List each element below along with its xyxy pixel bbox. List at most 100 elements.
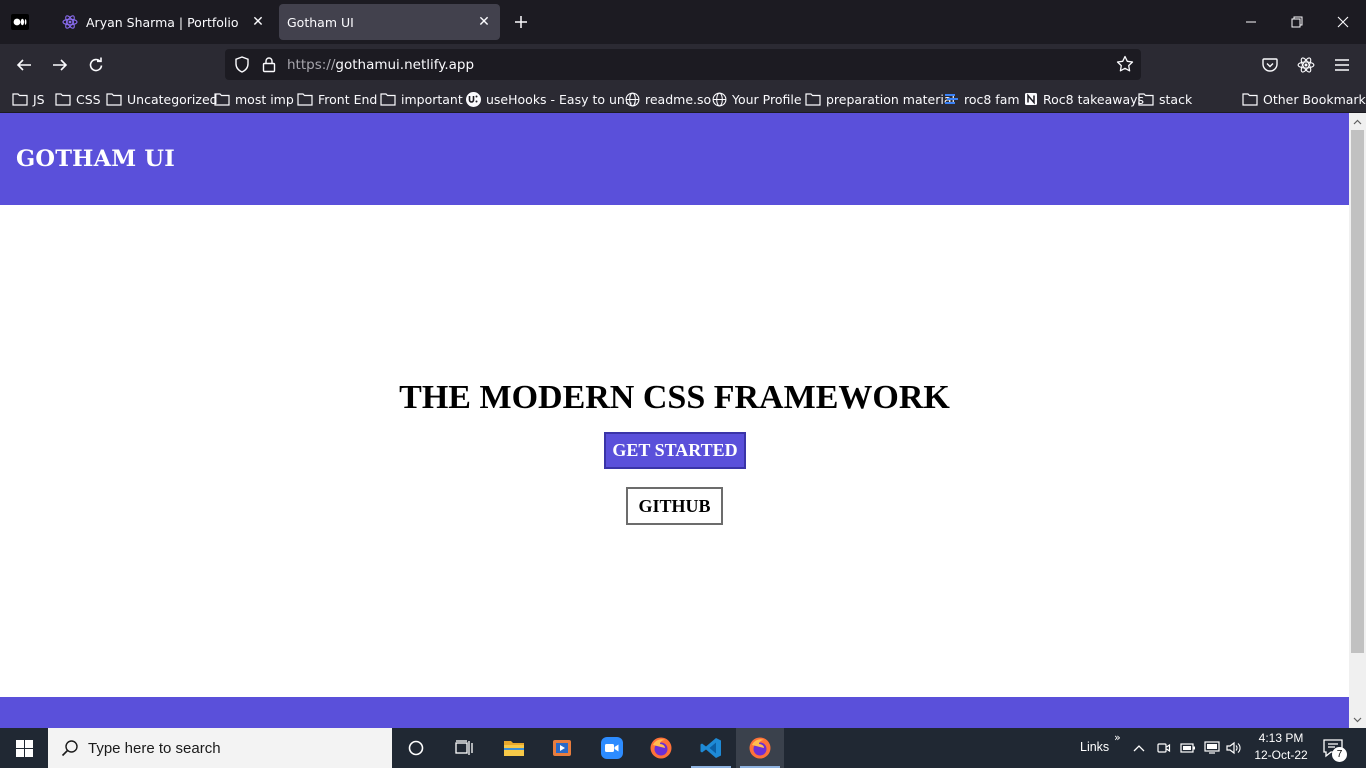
lock-icon[interactable]: [262, 56, 276, 73]
bookmark-css[interactable]: CSS: [55, 90, 101, 108]
camera-icon: [1157, 743, 1171, 753]
show-hidden-icons-button[interactable]: [1131, 740, 1147, 756]
bookmark-preparation-material[interactable]: preparation material: [805, 90, 955, 108]
reload-button[interactable]: [83, 53, 109, 77]
forward-button[interactable]: [47, 53, 73, 77]
close-tab-icon[interactable]: ✕: [248, 12, 268, 32]
bookmark-label: Your Profile: [732, 91, 802, 107]
bookmark-roc8-fam[interactable]: roc8 fam: [944, 90, 1020, 108]
media-player-button[interactable]: [538, 728, 586, 768]
bookmark-label: important: [401, 91, 463, 107]
bookmark-front-end[interactable]: Front End: [297, 90, 377, 108]
url-scheme: https://: [287, 57, 336, 73]
chevron-up-icon: [1353, 119, 1362, 124]
bookmark-label: most imp: [235, 91, 294, 107]
firefox-icon: [749, 737, 771, 759]
bookmark-label: Front End: [318, 91, 378, 107]
bookmark-label: stack: [1159, 91, 1193, 107]
tab-gotham-ui[interactable]: Gotham UI ✕: [279, 4, 500, 40]
zoom-icon: [601, 737, 623, 759]
app-menu-button[interactable]: [1332, 55, 1352, 75]
notion-icon: [1025, 93, 1037, 105]
tracking-protection-shield-icon[interactable]: [234, 56, 250, 73]
hamburger-menu-icon: [1335, 59, 1349, 71]
meet-now-button[interactable]: [1156, 740, 1172, 756]
windows-taskbar: Type here to search Links » 4:13 PM 12-O…: [0, 728, 1366, 768]
battery-button[interactable]: [1180, 740, 1196, 756]
react-icon: [62, 14, 78, 30]
bookmark-uncategorized[interactable]: Uncategorized: [106, 90, 218, 108]
minimize-button[interactable]: [1237, 8, 1265, 36]
stack-icon: [945, 94, 958, 104]
vertical-scrollbar[interactable]: [1349, 113, 1366, 728]
bookmark-usehooks[interactable]: useHooks - Easy to un...: [466, 90, 637, 108]
search-placeholder: Type here to search: [88, 739, 221, 757]
plus-icon: [515, 16, 527, 28]
bookmark-label: JS: [33, 91, 45, 107]
windows-logo-icon: [15, 739, 33, 757]
bookmark-stack[interactable]: stack: [1138, 90, 1192, 108]
bookmark-label: CSS: [76, 91, 101, 107]
file-explorer-button[interactable]: [490, 728, 538, 768]
brand-logo[interactable]: GOTHAM UI: [16, 146, 175, 172]
firefox-active-button[interactable]: [736, 728, 784, 768]
restore-button[interactable]: [1283, 8, 1311, 36]
reload-icon: [89, 57, 103, 72]
tab-portfolio[interactable]: Aryan Sharma | Portfolio ✕: [50, 4, 274, 40]
task-view-icon: [455, 740, 473, 755]
bookmark-label: Roc8 takeaways: [1043, 91, 1145, 107]
bookmark-label: Uncategorized: [127, 91, 218, 107]
taskbar-search-box[interactable]: Type here to search: [48, 728, 392, 768]
url-text[interactable]: https://gothamui.netlify.app: [287, 57, 474, 73]
react-devtools-button[interactable]: [1296, 55, 1316, 75]
vscode-button[interactable]: [687, 728, 735, 768]
close-window-button[interactable]: [1329, 8, 1357, 36]
other-bookmarks[interactable]: Other Bookmarks: [1242, 90, 1366, 108]
hero-title: THE MODERN CSS FRAMEWORK: [399, 379, 950, 416]
task-view-button[interactable]: [440, 728, 488, 768]
start-button[interactable]: [0, 728, 48, 768]
firefox-button[interactable]: [637, 728, 685, 768]
zoom-button[interactable]: [588, 728, 636, 768]
get-started-button[interactable]: GET STARTED: [604, 432, 746, 469]
file-explorer-icon: [504, 741, 524, 756]
bookmark-js[interactable]: JS: [12, 90, 45, 108]
github-button[interactable]: GITHUB: [626, 487, 723, 525]
url-host: gothamui.netlify.app: [335, 57, 475, 73]
chevron-down-icon: [1353, 717, 1362, 722]
bookmark-your-profile[interactable]: Your Profile: [712, 90, 802, 108]
other-bookmarks-label: Other Bookmarks: [1263, 91, 1366, 107]
links-toolbar-label[interactable]: Links: [1080, 740, 1109, 754]
pocket-button[interactable]: [1260, 55, 1280, 75]
volume-button[interactable]: [1226, 740, 1242, 756]
site-footer: [0, 697, 1349, 728]
scroll-thumb[interactable]: [1351, 130, 1364, 653]
close-tab-icon[interactable]: ✕: [474, 12, 494, 32]
bookmark-most-imp[interactable]: most imp: [214, 90, 294, 108]
folder-icon: [214, 93, 230, 106]
bookmark-roc8-takeaways[interactable]: Roc8 takeaways: [1024, 90, 1144, 108]
back-button[interactable]: [11, 53, 37, 77]
arrow-left-icon: [16, 59, 31, 71]
navigation-toolbar: https://gothamui.netlify.app: [0, 44, 1366, 86]
links-expand-icon[interactable]: »: [1114, 731, 1121, 744]
bookmark-label: useHooks - Easy to un...: [486, 91, 637, 107]
network-button[interactable]: [1204, 740, 1220, 756]
pocket-icon: [1262, 58, 1278, 72]
search-icon: [61, 740, 78, 757]
system-clock[interactable]: 4:13 PM 12-Oct-22: [1250, 730, 1312, 764]
bookmark-star-icon[interactable]: [1116, 55, 1134, 73]
cortana-button[interactable]: [392, 728, 440, 768]
arrow-right-icon: [53, 59, 68, 71]
new-tab-button[interactable]: [510, 11, 532, 33]
medium-extension-icon[interactable]: [11, 14, 29, 30]
scroll-up-button[interactable]: [1349, 113, 1366, 130]
bookmark-important[interactable]: important: [380, 90, 463, 108]
scroll-down-button[interactable]: [1349, 711, 1366, 728]
bookmark-label: preparation material: [826, 91, 955, 107]
cortana-circle-icon: [408, 740, 424, 756]
bookmark-readme-so[interactable]: readme.so: [625, 90, 711, 108]
restore-icon: [1291, 16, 1303, 28]
tab-strip: Aryan Sharma | Portfolio ✕ Gotham UI ✕: [0, 0, 1366, 44]
address-bar[interactable]: https://gothamui.netlify.app: [225, 49, 1141, 80]
